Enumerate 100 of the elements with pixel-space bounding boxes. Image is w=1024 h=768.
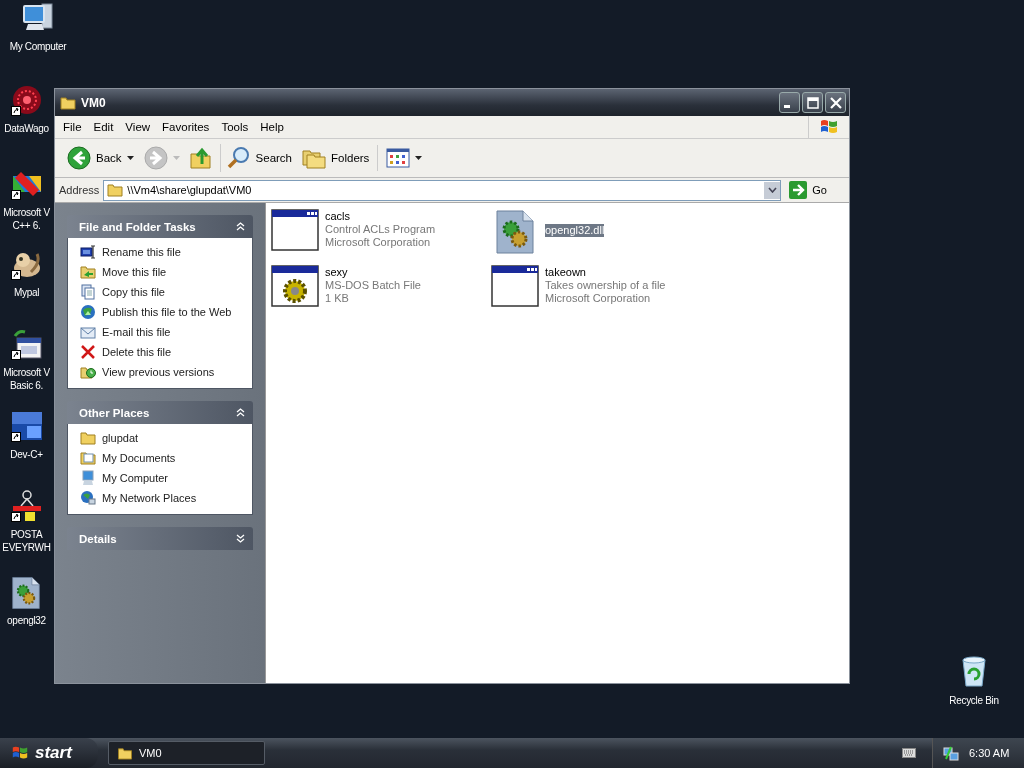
figure-icon	[10, 490, 43, 522]
shortcut-arrow-icon	[10, 270, 21, 280]
task-link[interactable]: Publish this file to the Web	[102, 306, 232, 318]
address-field[interactable]: \\Vm4\share\glupdat\VM0	[103, 179, 782, 201]
network-globe-icon	[80, 490, 96, 506]
x-icon	[80, 344, 96, 360]
clock: 6:30 AM	[969, 747, 1010, 759]
folder-icon	[107, 183, 124, 197]
globe-icon	[80, 304, 96, 320]
folders-icon	[302, 147, 326, 169]
file-name[interactable]: sexy	[325, 266, 348, 279]
start-button[interactable]: start	[0, 738, 98, 768]
task-link[interactable]: glupdat	[102, 432, 139, 444]
task-link[interactable]: Move this file	[102, 266, 167, 278]
caret-icon	[172, 156, 180, 160]
dll-gears-icon	[10, 576, 41, 610]
desktop-icon[interactable]	[10, 84, 43, 116]
search-icon	[226, 146, 251, 170]
program-window-icon	[491, 265, 539, 307]
shortcut-arrow-icon	[10, 512, 21, 522]
close-button[interactable]	[825, 92, 846, 113]
shortcut-arrow-icon	[10, 106, 21, 116]
documents-folder-icon	[80, 450, 96, 466]
file-detail: 1 KB	[325, 292, 350, 305]
menu-item[interactable]: View	[119, 121, 157, 133]
views-icon	[386, 148, 411, 168]
maximize-button[interactable]	[802, 92, 823, 113]
recycle-bin-icon[interactable]	[959, 656, 989, 688]
caret-icon	[415, 156, 423, 160]
computer-icon	[80, 470, 96, 486]
file-detail: Microsoft Corporation	[325, 236, 432, 249]
menu-item[interactable]: Favorites	[156, 121, 216, 133]
dropdown-button[interactable]	[764, 181, 781, 199]
caret-icon	[126, 156, 134, 160]
minimize-button[interactable]	[779, 92, 800, 113]
arrow-icon	[789, 181, 808, 199]
close-icon	[829, 96, 842, 109]
search-button[interactable]: Search	[222, 144, 296, 172]
keyboard-icon[interactable]	[902, 748, 916, 758]
task-link[interactable]: Copy this file	[102, 286, 165, 298]
desktop-icon[interactable]	[10, 328, 43, 360]
desktop-icon-label[interactable]: Microsoft V C++ 6.	[3, 206, 50, 232]
minimize-icon	[783, 104, 790, 108]
copy-pages-icon	[80, 284, 96, 300]
chevron-icon	[767, 187, 777, 193]
desktop-icon[interactable]	[10, 490, 43, 522]
folder-arrow-icon	[80, 264, 96, 280]
batch-gear-icon	[271, 265, 319, 307]
network-tray-icon[interactable]	[943, 745, 959, 761]
chevron-icon	[236, 408, 245, 417]
shortcut-arrow-icon	[10, 190, 21, 200]
file-name[interactable]: takeown	[545, 266, 586, 279]
menu-item[interactable]: File	[57, 121, 88, 133]
address-label: Address	[59, 184, 100, 196]
desktop-icon-label[interactable]: opengl32	[7, 614, 46, 627]
folder-icon	[80, 430, 96, 446]
monitor-icon	[10, 410, 43, 442]
desktop-icon-label[interactable]: Dev-C+	[10, 448, 43, 461]
folder-icon	[117, 746, 133, 760]
menu-item[interactable]: Help	[254, 121, 290, 133]
menu-item[interactable]: Tools	[215, 121, 255, 133]
file-detail: MS-DOS Batch File	[325, 279, 421, 292]
file-name[interactable]: opengl32.dll	[545, 224, 605, 237]
envelope-icon	[80, 324, 96, 340]
desktop-icon[interactable]	[10, 576, 43, 608]
desktop-icon[interactable]	[10, 410, 43, 442]
chevron-icon	[236, 222, 245, 231]
go-button[interactable]: Go	[785, 181, 845, 199]
taskbar-button[interactable]: VM0	[108, 741, 265, 765]
folder-clock-icon	[80, 364, 96, 380]
desktop-icon-label[interactable]: POSTA EVEYRWH	[2, 528, 51, 554]
desktop-icon-label[interactable]: DataWago	[4, 122, 49, 135]
shortcut-arrow-icon	[10, 432, 21, 442]
desktop-icon-label[interactable]: Mypal	[13, 286, 40, 299]
dll-gears-icon	[495, 209, 535, 255]
folder-icon	[60, 95, 76, 110]
task-link[interactable]: My Computer	[102, 472, 169, 484]
file-detail: Takes ownership of a file	[545, 279, 666, 292]
desktop-icon-label[interactable]: Recycle Bin	[949, 694, 999, 707]
window-title: VM0	[81, 95, 106, 110]
file-detail: Microsoft Corporation	[545, 292, 652, 305]
program-window-icon	[271, 209, 319, 251]
back-button[interactable]: Back	[63, 144, 138, 172]
task-link[interactable]: E-mail this file	[102, 326, 171, 338]
task-link[interactable]: Rename this file	[102, 246, 181, 258]
file-name[interactable]: cacls	[325, 210, 351, 223]
address-text: \\Vm4\share\glupdat\VM0	[127, 184, 253, 196]
file-detail: Control ACLs Program	[325, 223, 436, 236]
rename-icon	[80, 244, 96, 260]
desktop-icon-label[interactable]: My Computer	[9, 40, 67, 53]
menu-item[interactable]: Edit	[87, 121, 120, 133]
desktop-icon-label[interactable]: Microsoft V Basic 6.	[3, 366, 50, 392]
globe-icon	[10, 84, 43, 116]
task-link[interactable]: My Network Places	[102, 492, 197, 504]
task-link[interactable]: My Documents	[102, 452, 176, 464]
folder-up-icon	[189, 146, 212, 170]
folders-button[interactable]: Folders	[298, 145, 379, 171]
task-link[interactable]: View previous versions	[102, 366, 215, 378]
task-link[interactable]: Delete this file	[102, 346, 172, 358]
maximize-icon	[806, 96, 819, 109]
